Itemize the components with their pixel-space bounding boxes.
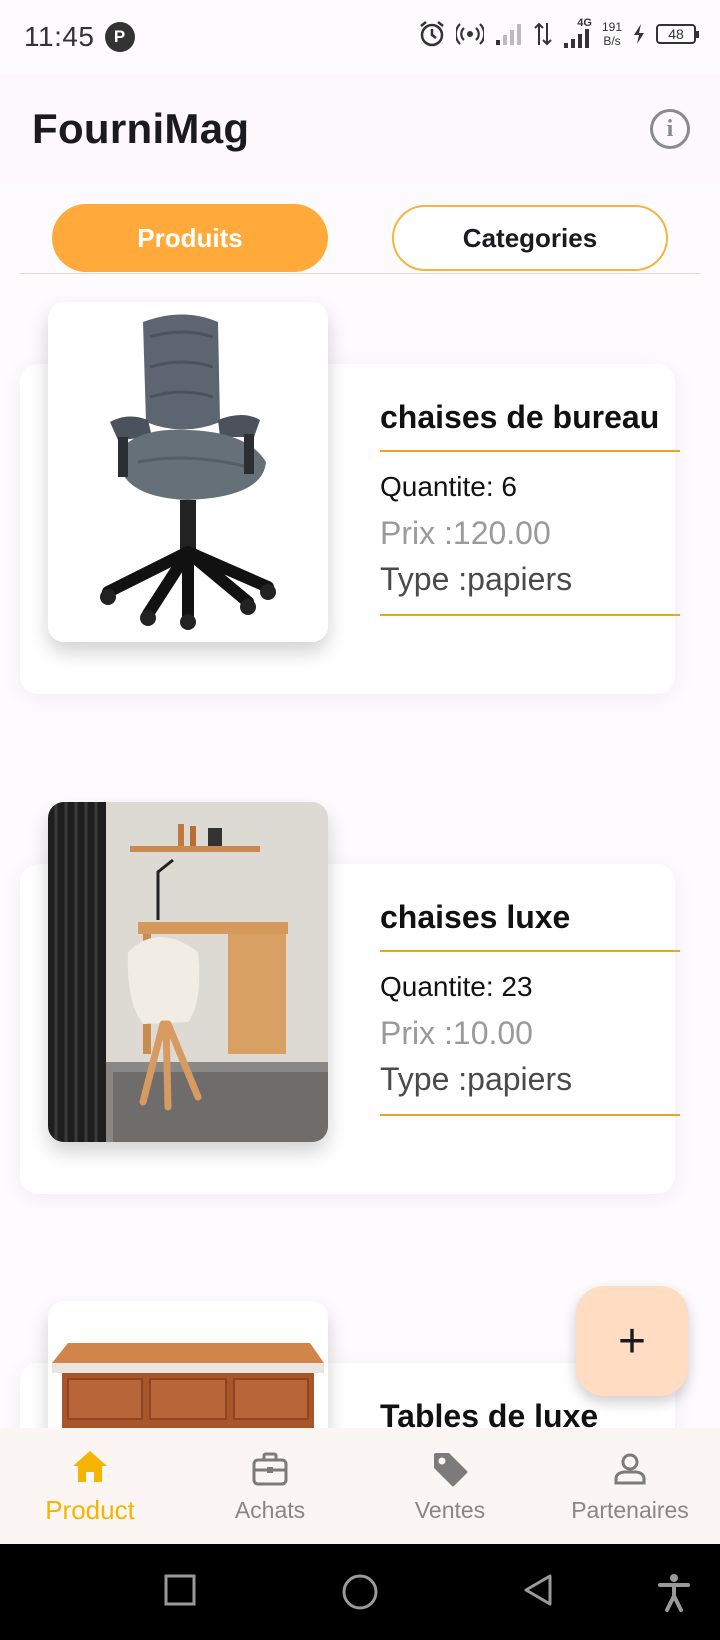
speed-unit: B/s — [603, 33, 621, 48]
nav-label: Partenaires — [571, 1496, 689, 1523]
divider — [380, 1114, 680, 1116]
status-bar: 11:45 P 4G 191 B/s 48 — [0, 0, 720, 74]
product-price: Prix :10.00 — [380, 1015, 533, 1051]
product-image — [48, 302, 328, 642]
divider — [380, 450, 680, 452]
nav-label: Product — [45, 1494, 135, 1525]
nav-label: Ventes — [414, 1496, 486, 1523]
bottom-nav: Product Achats Ventes Partenaires — [0, 1428, 720, 1544]
product-type: Type :papiers — [380, 561, 573, 597]
data-transfer-icon — [534, 22, 552, 45]
briefcase-icon — [252, 1452, 288, 1485]
info-icon[interactable]: i — [650, 109, 690, 149]
tab-categories[interactable]: Categories — [392, 205, 668, 271]
status-icons: 4G 191 B/s 48 — [418, 17, 699, 49]
office-chair-icon — [48, 302, 328, 642]
nav-item-product[interactable]: Product — [0, 1428, 180, 1544]
signal-full-icon — [563, 29, 589, 48]
network-generation: 4G — [577, 17, 592, 29]
system-nav-bar — [0, 1544, 720, 1640]
nav-label: Achats — [234, 1496, 306, 1523]
back-icon[interactable] — [520, 1572, 556, 1608]
wooden-desk-icon — [48, 1301, 328, 1428]
alarm-icon — [420, 20, 444, 46]
product-quantity: Quantite: 6 — [380, 471, 517, 502]
tab-produits[interactable]: Produits — [52, 204, 328, 272]
product-info: chaises de bureau Quantite: 6 Prix :120.… — [380, 384, 680, 616]
product-price: Prix :120.00 — [380, 515, 551, 551]
desk-room-icon — [48, 802, 328, 1142]
divider — [380, 614, 680, 616]
tab-bar: Produits Categories — [20, 184, 700, 274]
network-speed: 191 B/s — [602, 20, 622, 48]
battery-level: 48 — [668, 25, 684, 42]
app-title: FourniMag — [32, 105, 250, 152]
accessibility-icon[interactable] — [656, 1572, 692, 1612]
tag-icon — [434, 1452, 468, 1486]
speed-value: 191 — [601, 19, 622, 34]
product-image — [48, 802, 328, 1142]
person-icon — [614, 1453, 646, 1484]
app-bar: FourniMag i — [0, 74, 720, 184]
hotspot-icon — [455, 22, 484, 45]
status-time: 11:45 — [24, 21, 95, 52]
product-quantity: Quantite: 23 — [380, 971, 533, 1002]
battery-icon: 48 — [656, 23, 699, 44]
product-list[interactable]: chaises de bureau Quantite: 6 Prix :120.… — [0, 275, 720, 1428]
charging-icon — [634, 23, 644, 44]
nav-item-ventes[interactable]: Ventes — [360, 1428, 540, 1544]
nav-item-achats[interactable]: Achats — [180, 1428, 360, 1544]
product-name: chaises luxe — [380, 899, 571, 935]
recents-icon[interactable] — [162, 1572, 198, 1608]
product-info: chaises luxe Quantite: 23 Prix :10.00 Ty… — [380, 884, 680, 1116]
home-icon — [73, 1450, 107, 1482]
product-type: Type :papiers — [380, 1061, 573, 1097]
home-button-icon[interactable] — [340, 1572, 380, 1612]
product-image — [48, 1301, 328, 1428]
notification-p-icon: P — [104, 22, 135, 52]
divider — [380, 950, 680, 952]
add-product-button[interactable]: + — [576, 1286, 688, 1396]
product-name: chaises de bureau — [380, 399, 660, 435]
nav-item-partenaires[interactable]: Partenaires — [540, 1428, 720, 1544]
signal-weak-icon — [495, 23, 521, 45]
